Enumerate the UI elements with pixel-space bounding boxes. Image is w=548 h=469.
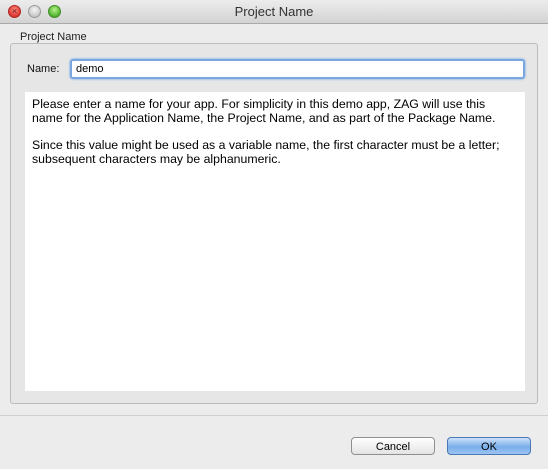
description-paragraph-2: Since this value might be used as a vari… <box>32 138 500 166</box>
name-input[interactable] <box>70 59 525 79</box>
title-bar[interactable]: × Project Name <box>0 0 548 24</box>
name-label: Name: <box>27 63 60 75</box>
dialog-window: × Project Name Project Name Name: Please… <box>0 0 548 469</box>
window-title: Project Name <box>234 4 314 19</box>
ok-button[interactable]: OK <box>447 437 531 455</box>
cancel-button[interactable]: Cancel <box>351 437 435 455</box>
footer-divider <box>0 415 548 416</box>
description-panel: Please enter a name for your app. For si… <box>25 92 525 391</box>
group-title: Project Name <box>20 31 87 43</box>
description-paragraph-1: Please enter a name for your app. For si… <box>32 97 496 125</box>
